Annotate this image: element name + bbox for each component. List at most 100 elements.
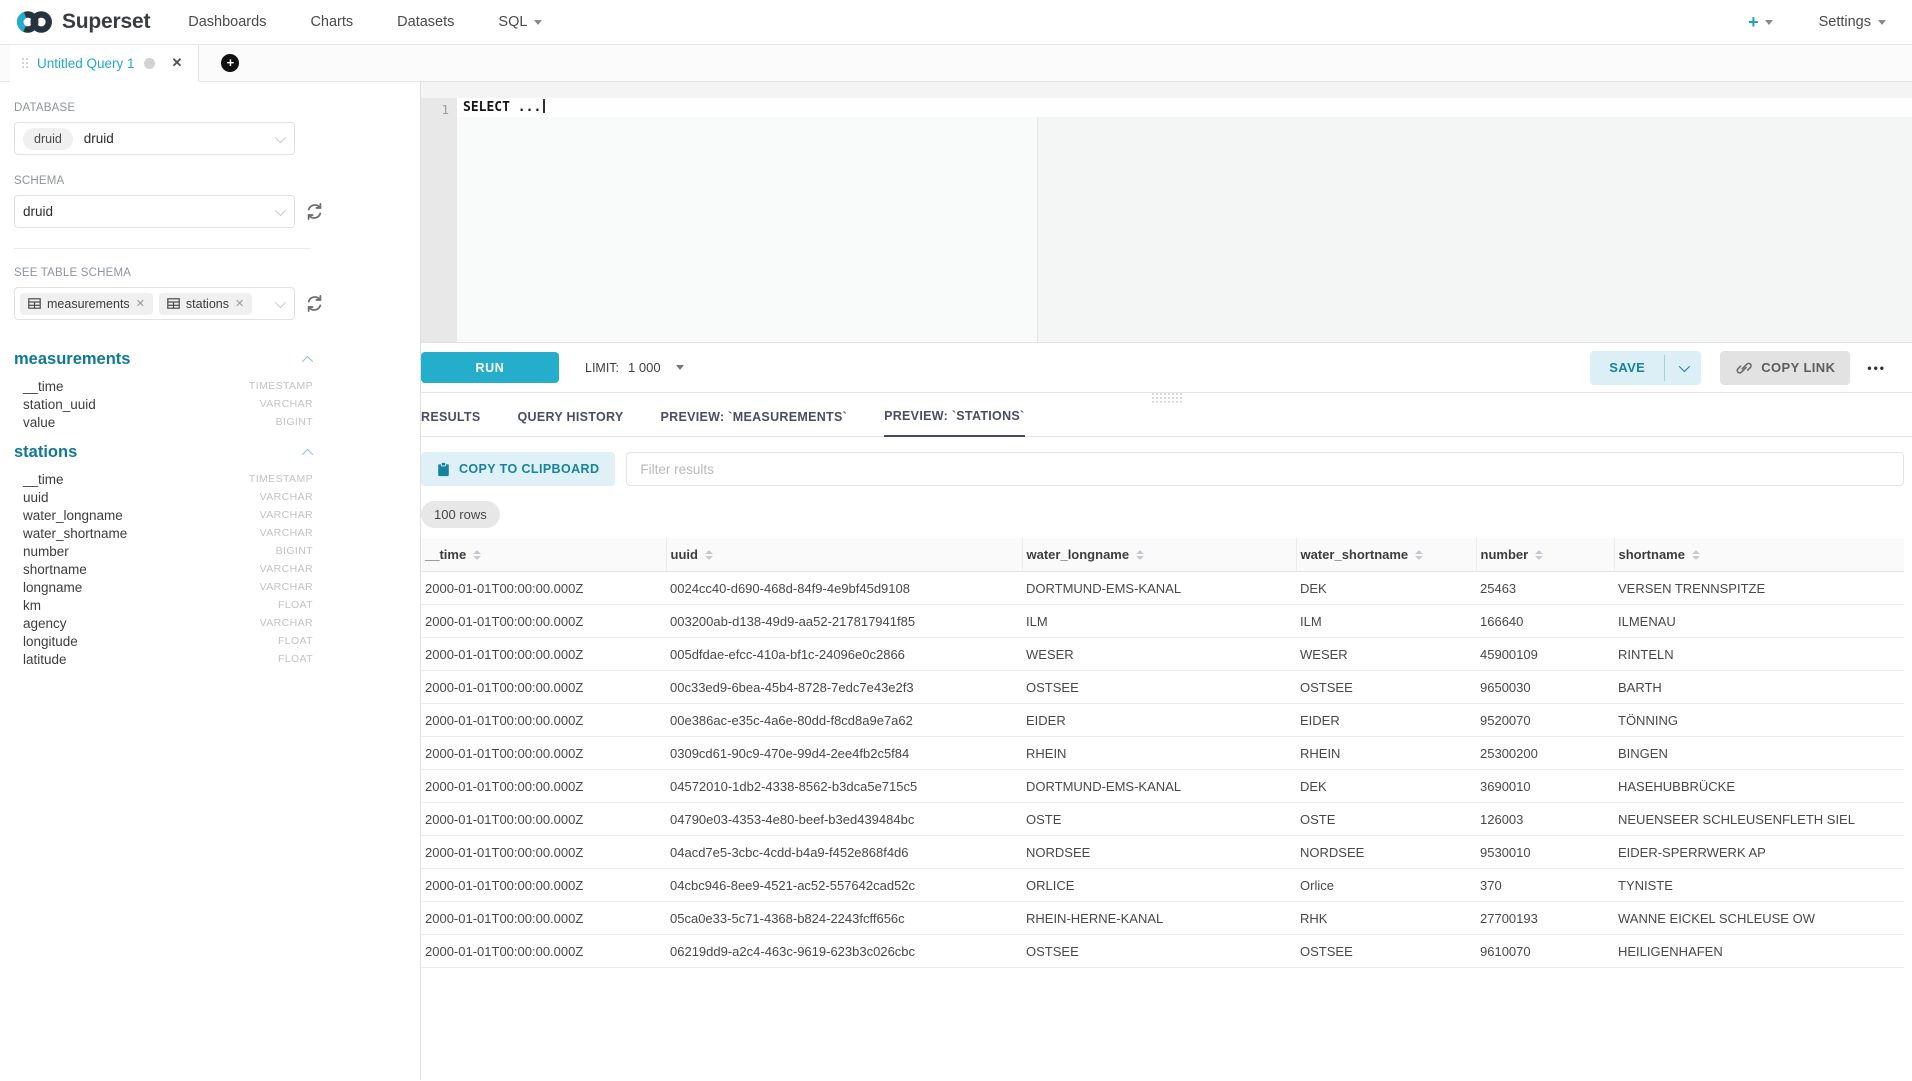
sort-icon[interactable] — [1535, 550, 1543, 560]
nav-datasets[interactable]: Datasets — [397, 14, 454, 30]
remove-table-icon[interactable]: ✕ — [136, 297, 145, 310]
schema-column-row: longitudeFLOAT — [14, 632, 313, 650]
table-cell: EIDER-SPERRWERK AP — [1614, 836, 1904, 869]
table-cell: 003200ab-d138-49d9-aa52-217817941f85 — [666, 605, 1022, 638]
table-cell: OSTSEE — [1296, 671, 1476, 704]
column-type: VARCHAR — [260, 617, 313, 629]
column-name: number — [23, 544, 69, 559]
table-cell: OSTSEE — [1022, 671, 1296, 704]
table-cell: 0024cc40-d690-468d-84f9-4e9bf45d9108 — [666, 572, 1022, 605]
column-header-water_shortname[interactable]: water_shortname — [1296, 538, 1476, 572]
table-cell: NORDSEE — [1022, 836, 1296, 869]
add-tab-button[interactable]: + — [221, 54, 239, 72]
table-cell: TÖNNING — [1614, 704, 1904, 737]
results-tab[interactable]: RESULTS — [421, 410, 481, 436]
table-cell: 25463 — [1476, 572, 1614, 605]
column-header-__time[interactable]: __time — [421, 538, 666, 572]
superset-brand[interactable]: Superset — [16, 9, 150, 35]
database-select[interactable]: druid druid — [14, 122, 295, 155]
table-cell: ILM — [1022, 605, 1296, 638]
table-pill-measurements[interactable]: measurements✕ — [20, 293, 153, 315]
schema-select[interactable]: druid — [14, 195, 295, 228]
chevron-up-icon[interactable] — [302, 355, 313, 366]
results-tab[interactable]: PREVIEW: `MEASUREMENTS` — [661, 410, 848, 436]
schema-table-header[interactable]: stations — [14, 443, 313, 462]
table-pill-stations[interactable]: stations✕ — [159, 293, 252, 315]
sql-editor[interactable]: 1 SELECT ... — [421, 98, 1912, 343]
settings-menu[interactable]: Settings — [1819, 14, 1886, 30]
remove-table-icon[interactable]: ✕ — [235, 297, 244, 310]
limit-dropdown[interactable]: LIMIT: 1 000 — [585, 360, 684, 375]
copy-link-button[interactable]: COPY LINK — [1720, 351, 1850, 385]
nav-charts[interactable]: Charts — [310, 14, 353, 30]
copy-to-clipboard-button[interactable]: COPY TO CLIPBOARD — [421, 452, 615, 486]
column-header-uuid[interactable]: uuid — [666, 538, 1022, 572]
chevron-up-icon[interactable] — [302, 448, 313, 459]
nav-sql-menu[interactable]: SQL — [498, 14, 542, 30]
table-cell: NORDSEE — [1296, 836, 1476, 869]
drag-handle-icon[interactable] — [22, 58, 28, 68]
schema-column-row: uuid VARCHAR — [14, 488, 313, 506]
table-cell: 2000-01-01T00:00:00.000Z — [421, 869, 666, 902]
limit-value: 1 000 — [628, 360, 661, 375]
table-cell: RINTELN — [1614, 638, 1904, 671]
column-type: VARCHAR — [260, 527, 313, 539]
pane-splitter[interactable] — [421, 393, 1912, 402]
table-cell: 2000-01-01T00:00:00.000Z — [421, 902, 666, 935]
results-tab[interactable]: QUERY HISTORY — [518, 410, 624, 436]
column-type: VARCHAR — [260, 581, 313, 593]
table-cell: HEILIGENHAFEN — [1614, 935, 1904, 968]
table-cell: RHEIN-HERNE-KANAL — [1022, 902, 1296, 935]
filter-results-input[interactable] — [626, 452, 1904, 486]
table-cell: 3690010 — [1476, 770, 1614, 803]
schema-table-stations: stations__timeTIMESTAMPuuidVARCHARwater_… — [14, 443, 313, 668]
save-button[interactable]: SAVE — [1590, 351, 1664, 385]
caret-down-icon — [676, 365, 684, 370]
table-row: 2000-01-01T00:00:00.000Z05ca0e33-5c71-43… — [421, 902, 1904, 935]
table-cell: 2000-01-01T00:00:00.000Z — [421, 704, 666, 737]
column-name: water_shortname — [23, 526, 127, 541]
column-header-water_longname[interactable]: water_longname — [1022, 538, 1296, 572]
sort-icon[interactable] — [1415, 550, 1423, 560]
sort-icon[interactable] — [1692, 550, 1700, 560]
table-cell: 0309cd61-90c9-470e-99d4-2ee4fb2c5f84 — [666, 737, 1022, 770]
results-table: __timeuuidwater_longnamewater_shortnamen… — [421, 538, 1904, 968]
save-more-options-button[interactable] — [1665, 351, 1701, 385]
table-schema-select[interactable]: measurements✕ stations✕ — [14, 287, 295, 320]
run-button[interactable]: RUN — [421, 352, 559, 383]
table-cell: BARTH — [1614, 671, 1904, 704]
sort-icon[interactable] — [1136, 550, 1144, 560]
query-tab-active[interactable]: Untitled Query 1 ✕ — [10, 45, 199, 82]
refresh-tables-icon[interactable] — [304, 293, 325, 314]
table-cell: DEK — [1296, 572, 1476, 605]
schema-value: druid — [23, 204, 53, 219]
schema-table-header[interactable]: measurements — [14, 350, 313, 369]
new-item-button[interactable]: + — [1748, 12, 1773, 33]
caret-down-icon — [1878, 20, 1886, 25]
more-actions-button[interactable]: ••• — [1867, 361, 1886, 375]
nav-dashboards[interactable]: Dashboards — [188, 14, 266, 30]
refresh-schema-icon[interactable] — [304, 201, 325, 222]
table-cell: OSTSEE — [1296, 935, 1476, 968]
sort-icon[interactable] — [473, 550, 481, 560]
column-header-shortname[interactable]: shortname — [1614, 538, 1904, 572]
sort-icon[interactable] — [705, 550, 713, 560]
close-tab-icon[interactable]: ✕ — [172, 55, 183, 71]
table-row: 2000-01-01T00:00:00.000Z0309cd61-90c9-47… — [421, 737, 1904, 770]
table-grid-icon — [167, 298, 180, 309]
column-type: BIGINT — [276, 416, 313, 428]
results-pane: RESULTS QUERY HISTORY PREVIEW: `MEASUREMEN… — [421, 402, 1912, 1080]
column-name: uuid — [23, 490, 49, 505]
column-type: VARCHAR — [260, 491, 313, 503]
table-cell: 2000-01-01T00:00:00.000Z — [421, 638, 666, 671]
table-row: 2000-01-01T00:00:00.000Z0024cc40-d690-46… — [421, 572, 1904, 605]
results-tab[interactable]: PREVIEW: `STATIONS` — [884, 409, 1024, 437]
editor-code-area[interactable]: SELECT ... — [457, 98, 1912, 342]
results-table-header-row: __timeuuidwater_longnamewater_shortnamen… — [421, 538, 1904, 572]
column-name: latitude — [23, 652, 67, 667]
column-name: __time — [23, 472, 64, 487]
caret-down-icon — [534, 20, 542, 25]
brand-name: Superset — [62, 10, 150, 34]
database-type-pill: druid — [23, 128, 73, 150]
column-header-number[interactable]: number — [1476, 538, 1614, 572]
